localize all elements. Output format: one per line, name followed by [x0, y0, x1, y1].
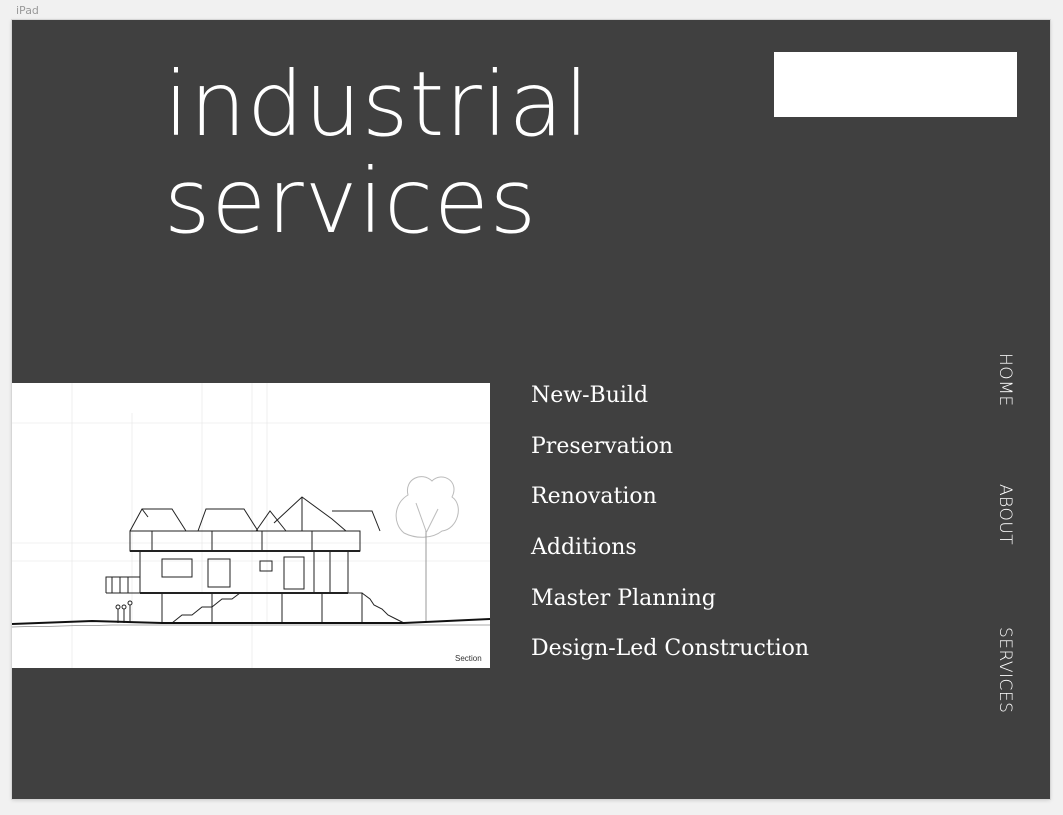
service-item-additions[interactable]: Additions: [531, 530, 809, 581]
drawing-caption: Section: [455, 654, 482, 663]
service-item-renovation[interactable]: Renovation: [531, 479, 809, 530]
architectural-section-drawing: Section: [12, 383, 490, 668]
artboard-label: iPad: [16, 4, 39, 17]
service-item-design-led-construction[interactable]: Design-Led Construction: [531, 631, 809, 682]
service-item-master-planning[interactable]: Master Planning: [531, 581, 809, 632]
ipad-artboard: industrial services Section New-Build Pr…: [12, 20, 1050, 799]
services-list: New-Build Preservation Renovation Additi…: [531, 378, 809, 682]
service-item-new-build[interactable]: New-Build: [531, 378, 809, 429]
nav-about[interactable]: ABOUT: [995, 484, 1015, 545]
nav-home[interactable]: HOME: [995, 353, 1015, 407]
service-item-preservation[interactable]: Preservation: [531, 429, 809, 480]
nav-services[interactable]: SERVICES: [995, 627, 1015, 713]
title-line-1: industrial: [164, 52, 590, 156]
title-line-2: services: [164, 149, 538, 253]
page-title: industrial services: [164, 56, 590, 250]
logo-placeholder[interactable]: [774, 52, 1017, 117]
